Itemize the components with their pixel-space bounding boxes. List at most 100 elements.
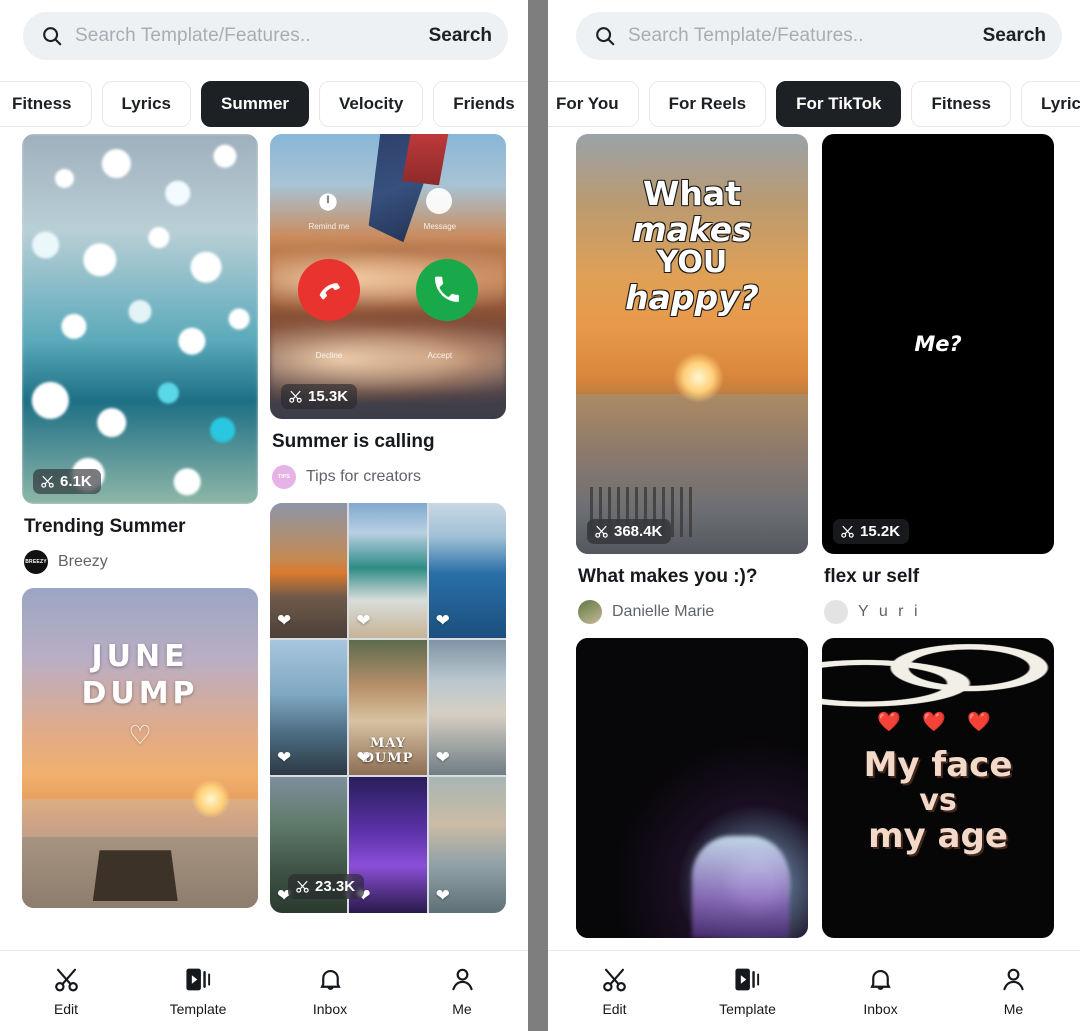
template-card[interactable]: 6.1K Trending Summer BREEZY Breezy: [22, 134, 258, 574]
thumbnail-artwork: What makes YOU happy?: [576, 134, 808, 554]
nav-label: Template: [169, 1001, 227, 1017]
search-button[interactable]: Search: [975, 25, 1046, 47]
chip-for-reels[interactable]: For Reels: [648, 81, 767, 127]
nav-label: Template: [719, 1001, 776, 1017]
search-bar[interactable]: Search Template/Features.. Search: [576, 12, 1062, 60]
heart-icon: ❤: [277, 611, 292, 631]
heart-icon: ♡: [128, 720, 152, 751]
collage-tile: ❤: [428, 777, 506, 913]
chip-velocity[interactable]: Velocity: [319, 81, 424, 127]
chip-lyrics[interactable]: Lyrics: [1021, 81, 1080, 127]
decline-label: Decline: [315, 350, 343, 360]
template-feed-left[interactable]: 6.1K Trending Summer BREEZY Breezy JUNE …: [0, 134, 528, 950]
bench-silhouette: [92, 850, 178, 902]
clip-count-value: 6.1K: [60, 473, 92, 490]
template-card[interactable]: ❤️ ❤️ ❤️ My face vs my age: [822, 637, 1054, 938]
template-title[interactable]: Trending Summer: [24, 516, 258, 539]
overlay-line-2: vs: [919, 782, 957, 818]
screenshot-divider: [528, 0, 548, 1031]
overlay-text: My face vs my age: [822, 746, 1054, 856]
category-chip-row[interactable]: Fitness Lyrics Summer Velocity Friends: [0, 80, 528, 128]
avatar: TIPS: [272, 464, 296, 489]
overlay-text: What makes YOU happy?: [576, 176, 808, 315]
clip-count-value: 368.4K: [614, 523, 663, 540]
collage-tile: ❤: [428, 640, 506, 776]
nav-item-template[interactable]: Template: [681, 965, 814, 1017]
search-input-placeholder[interactable]: Search Template/Features..: [75, 25, 421, 47]
nav-item-template[interactable]: Template: [132, 965, 264, 1017]
chip-fitness[interactable]: Fitness: [0, 81, 92, 127]
feed-column-right: Me? 15.2K flex ur self Y u r i ❤️ ❤️ ❤️ …: [822, 134, 1054, 950]
heart-icon: ❤: [435, 611, 450, 631]
template-thumbnail[interactable]: JUNE DUMP ♡: [22, 587, 258, 908]
template-thumbnail[interactable]: 6.1K: [22, 134, 258, 504]
bell-icon: [316, 965, 345, 994]
template-card[interactable]: What makes YOU happy? 368.4K What makes …: [576, 134, 808, 624]
author-name: Danielle Marie: [612, 602, 715, 620]
nav-item-edit[interactable]: Edit: [548, 965, 681, 1017]
clip-count-value: 23.3K: [315, 877, 356, 895]
search-icon: [41, 25, 63, 47]
chip-summer[interactable]: Summer: [201, 81, 310, 127]
template-thumbnail[interactable]: Me? 15.2K: [822, 134, 1054, 554]
search-input-placeholder[interactable]: Search Template/Features..: [628, 25, 975, 47]
template-feed-right[interactable]: What makes YOU happy? 368.4K What makes …: [548, 134, 1080, 950]
template-title[interactable]: What makes you :)?: [578, 566, 808, 589]
overlay-line-1: JUNE: [91, 638, 189, 674]
chip-for-tiktok[interactable]: For TikTok: [776, 81, 902, 127]
chip-lyrics[interactable]: Lyrics: [101, 81, 191, 127]
template-title[interactable]: Summer is calling: [272, 431, 506, 454]
overlay-line-1: What: [643, 174, 741, 213]
nav-item-me[interactable]: Me: [396, 965, 528, 1017]
avatar: [578, 599, 602, 624]
avatar: BREEZY: [24, 549, 48, 574]
nav-item-edit[interactable]: Edit: [0, 965, 132, 1017]
overlay-line-2: DUMP: [81, 675, 199, 711]
template-card[interactable]: [576, 637, 808, 938]
template-author[interactable]: Danielle Marie: [578, 599, 808, 624]
template-title[interactable]: flex ur self: [824, 566, 1054, 589]
template-thumbnail[interactable]: Remind me Message Decline Accept 15.3K: [270, 134, 506, 419]
nav-label: Edit: [602, 1001, 627, 1017]
chip-for-you[interactable]: For You: [548, 81, 639, 127]
template-author[interactable]: BREEZY Breezy: [24, 549, 258, 574]
template-thumbnail[interactable]: ❤ ❤ ❤ ❤ MAY DUMP ❤ ❤ ❤ ❤ ❤ 23.3K: [270, 502, 506, 913]
nav-label: Inbox: [312, 1001, 348, 1017]
bottom-navigation-right[interactable]: Edit Template Inbox Me: [548, 950, 1080, 1031]
bell-icon: [866, 965, 895, 994]
nav-item-inbox[interactable]: Inbox: [264, 965, 396, 1017]
template-card[interactable]: ❤ ❤ ❤ ❤ MAY DUMP ❤ ❤ ❤ ❤ ❤ 23.3K: [270, 502, 506, 913]
scissors-icon: [52, 965, 81, 994]
bottom-navigation-left[interactable]: Edit Template Inbox Me: [0, 950, 528, 1031]
template-author[interactable]: TIPS Tips for creators: [272, 464, 506, 489]
alarm-clock-icon: [315, 188, 341, 214]
search-bar[interactable]: Search Template/Features.. Search: [23, 12, 508, 60]
category-chip-row[interactable]: For You For Reels For TikTok Fitness Lyr…: [548, 80, 1080, 128]
thumbnail-artwork: ❤️ ❤️ ❤️ My face vs my age: [822, 637, 1054, 938]
template-card[interactable]: Remind me Message Decline Accept 15.3K S…: [270, 134, 506, 489]
avatar-label: TIPS: [278, 473, 290, 480]
heart-icon: ❤: [356, 611, 371, 631]
template-card[interactable]: Me? 15.2K flex ur self Y u r i: [822, 134, 1054, 624]
search-button[interactable]: Search: [421, 25, 492, 47]
template-author[interactable]: Y u r i: [824, 599, 1054, 624]
nav-item-me[interactable]: Me: [947, 965, 1080, 1017]
collage-tile: ❤: [349, 502, 427, 639]
person-icon: [999, 965, 1028, 994]
template-thumbnail[interactable]: ❤️ ❤️ ❤️ My face vs my age: [822, 637, 1054, 938]
nav-label: Edit: [53, 1001, 79, 1017]
sun-glow: [191, 779, 230, 818]
template-card[interactable]: JUNE DUMP ♡: [22, 587, 258, 908]
template-thumbnail[interactable]: What makes YOU happy? 368.4K: [576, 134, 808, 554]
collage-tile: ❤: [428, 502, 506, 639]
accept-label: Accept: [427, 350, 453, 360]
heart-icon: ❤: [435, 885, 450, 905]
nav-item-inbox[interactable]: Inbox: [814, 965, 947, 1017]
template-thumbnail[interactable]: [576, 637, 808, 938]
author-name: Y u r i: [858, 602, 921, 620]
chip-fitness[interactable]: Fitness: [911, 81, 1011, 127]
overlay-line-3: my age: [868, 816, 1008, 857]
author-name: Breezy: [58, 552, 108, 570]
chip-friends[interactable]: Friends: [433, 81, 528, 127]
thumbnail-artwork: [576, 637, 808, 938]
